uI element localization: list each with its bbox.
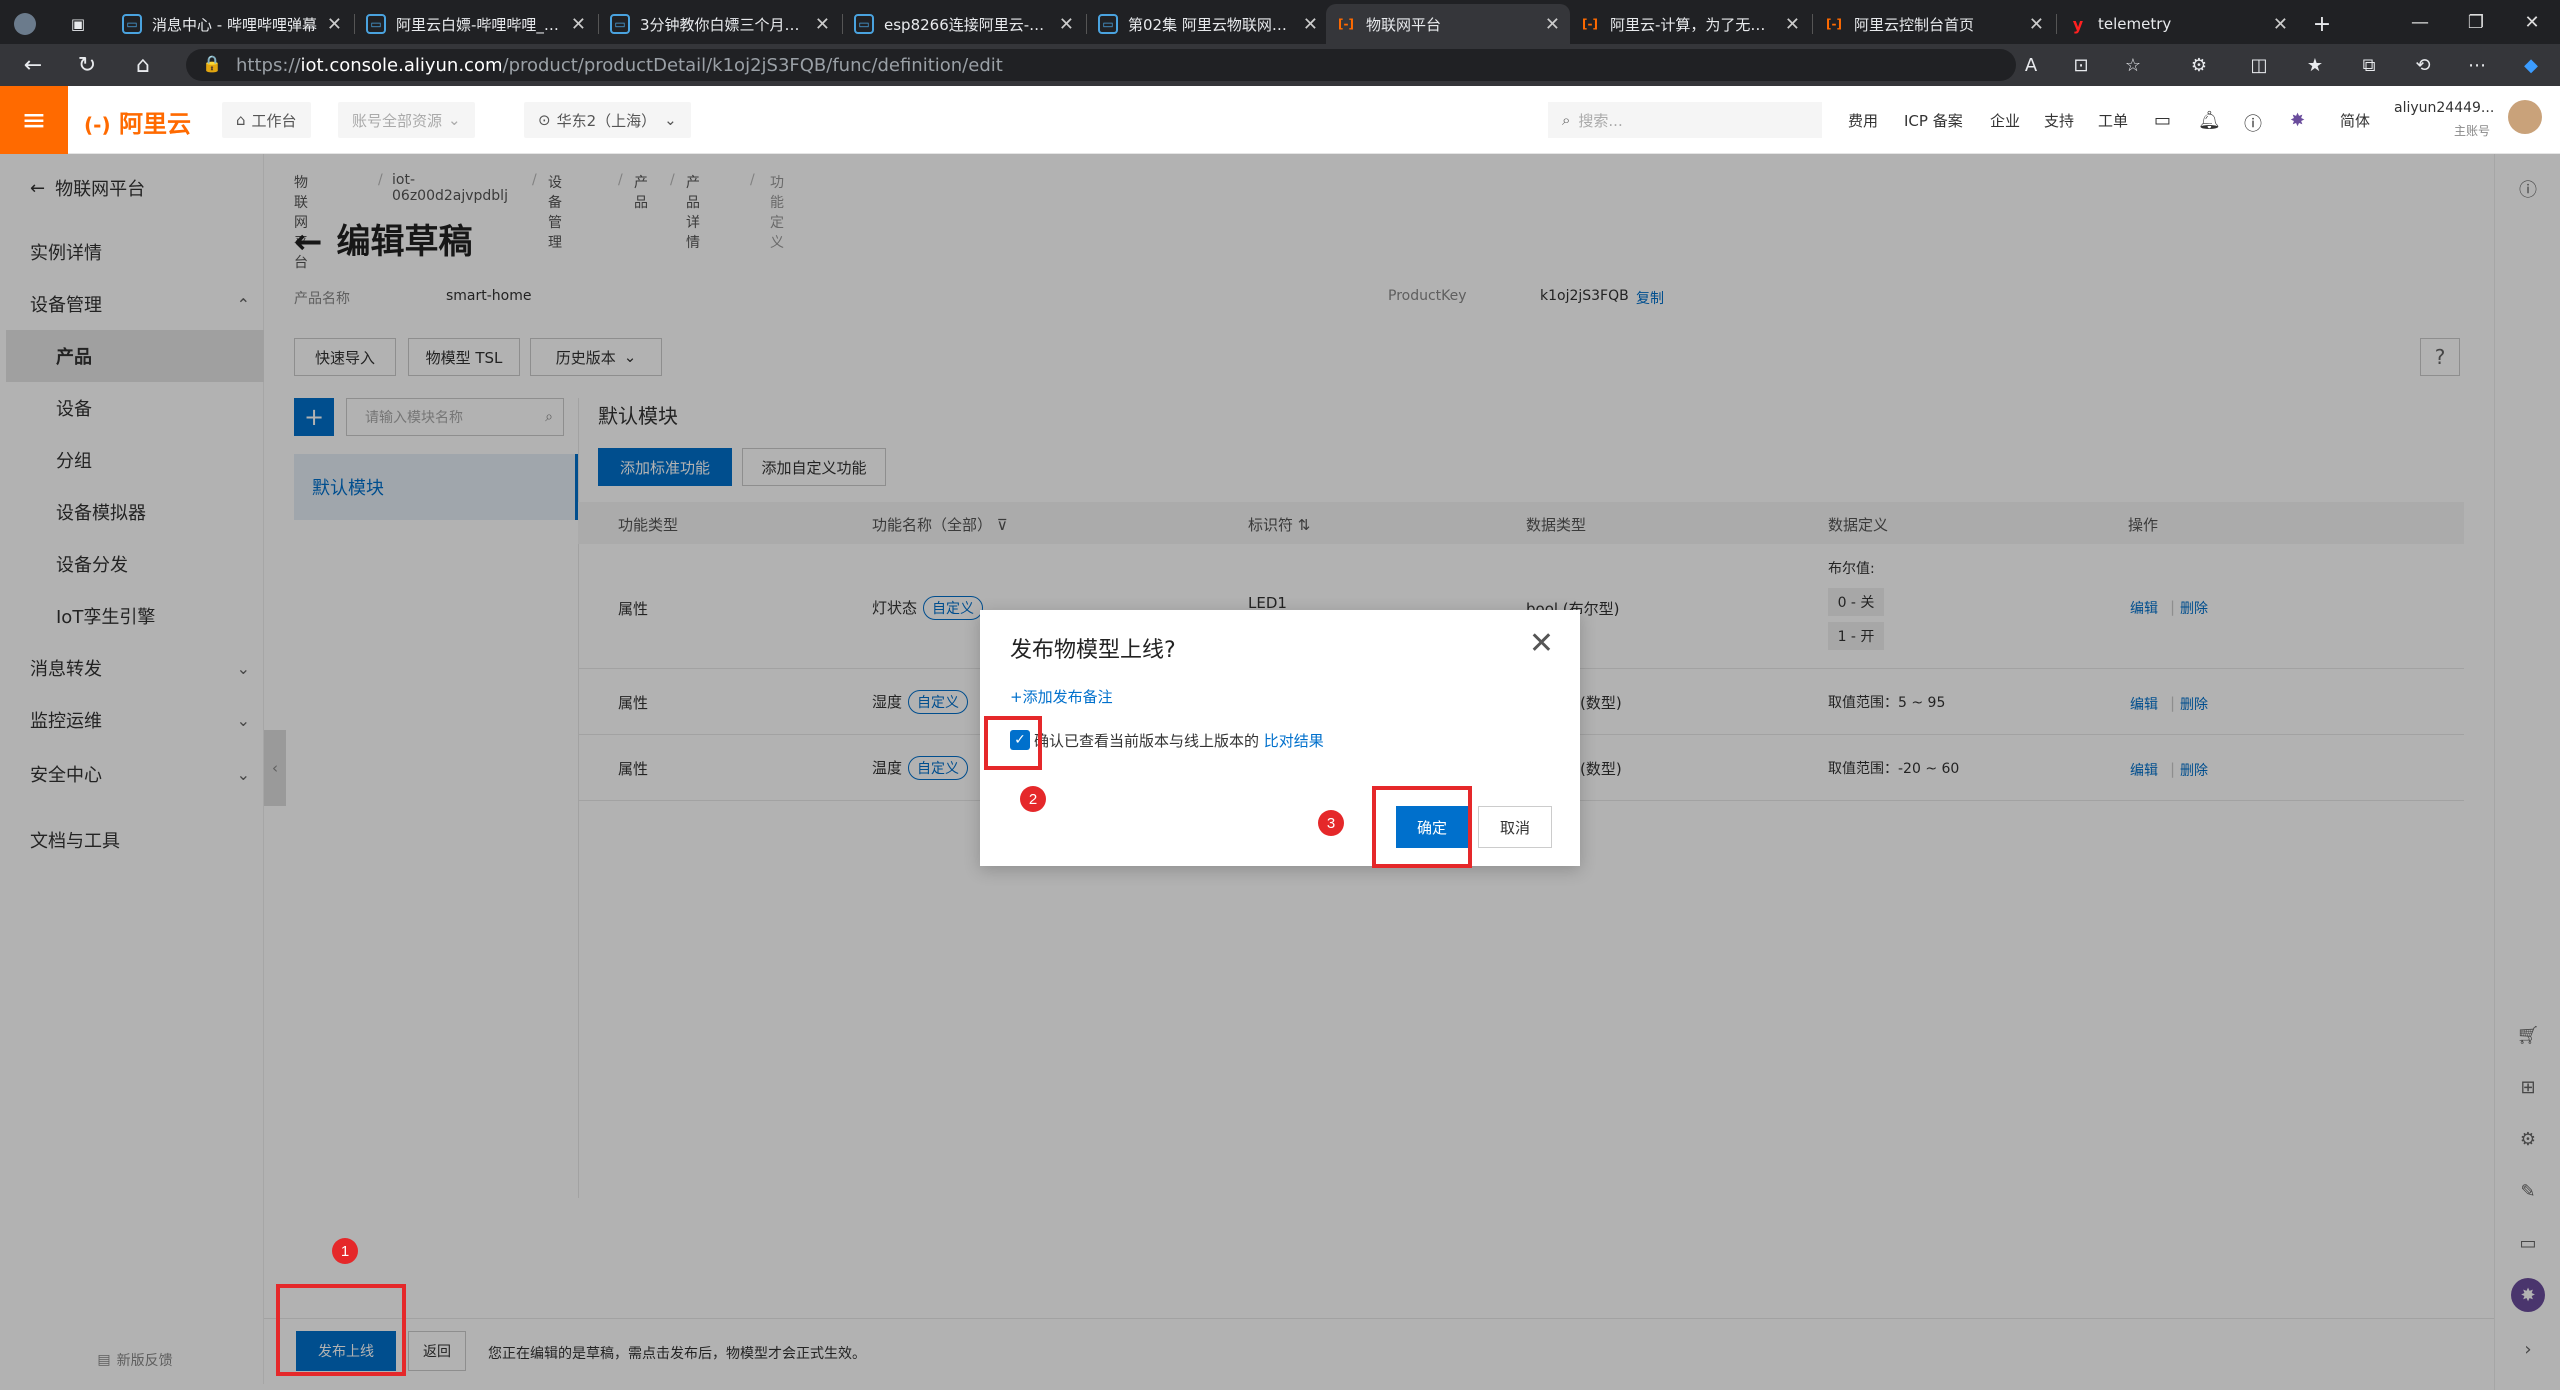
terminal-icon[interactable]: ▭ xyxy=(2154,110,2171,131)
browser-tab[interactable]: y telemetry ✕ xyxy=(2058,4,2298,44)
language-switch[interactable]: 简体 xyxy=(2340,110,2370,131)
user-name[interactable]: aliyun24449... xyxy=(2394,100,2494,116)
nav-link-support[interactable]: 支持 xyxy=(2044,110,2074,131)
browser-tab[interactable]: [-] 阿里云-计算，为了无法计 ✕ xyxy=(1570,4,1810,44)
console-search-input[interactable]: ⌕ 搜索... xyxy=(1548,102,1822,138)
close-tab-icon[interactable]: ✕ xyxy=(2273,14,2288,35)
app-available-icon[interactable]: ⊡ xyxy=(2066,50,2096,80)
annotation-badge: 3 xyxy=(1318,810,1344,836)
browser-tab-bar: ▣ ▭ 消息中心 - 哔哩哔哩弹幕 ✕ ▭ 阿里云白嫖-哔哩哔哩_bili ✕ … xyxy=(0,0,2560,44)
annotation-badge: 2 xyxy=(1020,786,1046,812)
favorites-icon[interactable]: ★ xyxy=(2300,50,2330,80)
confirm-checkbox-label: 确认已查看当前版本与线上版本的 比对结果 xyxy=(1034,732,1324,750)
compare-result-link[interactable]: 比对结果 xyxy=(1264,732,1324,750)
region-dropdown[interactable]: ⊙ 华东2（上海） ⌄ xyxy=(524,102,691,138)
annotation-box-checkbox xyxy=(984,716,1042,770)
location-icon: ⊙ xyxy=(538,111,551,129)
restore-icon[interactable]: ❐ xyxy=(2448,0,2504,44)
browser-tab[interactable]: ▭ 阿里云白嫖-哔哩哔哩_bili ✕ xyxy=(356,4,596,44)
aliyun-icon: [-] xyxy=(1338,17,1354,31)
browser-tab[interactable]: ▭ 消息中心 - 哔哩哔哩弹幕 ✕ xyxy=(112,4,352,44)
home-icon[interactable]: ⌂ xyxy=(128,50,158,80)
annotation-box-publish xyxy=(276,1284,406,1376)
menu-icon[interactable]: ≡ xyxy=(0,86,68,154)
bilibili-icon: ▭ xyxy=(854,14,874,34)
avatar[interactable] xyxy=(2508,100,2542,134)
read-aloud-icon[interactable]: A xyxy=(2016,50,2046,80)
user-role: 主账号 xyxy=(2454,124,2491,138)
more-menu-icon[interactable]: ⋯ xyxy=(2462,50,2492,80)
bilibili-icon: ▭ xyxy=(610,14,630,34)
nav-link-enterprise[interactable]: 企业 xyxy=(1990,110,2020,131)
nav-link-ticket[interactable]: 工单 xyxy=(2098,110,2128,131)
bilibili-icon: ▭ xyxy=(1098,14,1118,34)
account-resources-dropdown[interactable]: 账号全部资源 ⌄ xyxy=(338,102,475,138)
bell-icon[interactable]: 🔔︎ xyxy=(2198,110,2221,131)
help-icon[interactable]: ⓘ xyxy=(2244,110,2262,136)
console-top-bar: ≡ (-) 阿里云 ⌂ 工作台 账号全部资源 ⌄ ⊙ 华东2（上海） ⌄ ⌕ 搜索... … xyxy=(0,86,2560,154)
history-icon[interactable]: ⟲ xyxy=(2408,50,2438,80)
new-tab-icon[interactable]: + xyxy=(2302,4,2342,44)
nav-link-fees[interactable]: 费用 xyxy=(1848,110,1878,131)
reload-icon[interactable]: ↻ xyxy=(72,50,102,80)
annotation-badge: 1 xyxy=(332,1238,358,1264)
split-screen-icon[interactable]: ◫ xyxy=(2244,50,2274,80)
search-icon: ⌕ xyxy=(1562,111,1571,129)
browser-tab[interactable]: ▭ esp8266连接阿里云-哔哩 ✕ xyxy=(844,4,1084,44)
annotation-box-ok xyxy=(1372,786,1472,868)
close-tab-icon[interactable]: ✕ xyxy=(327,14,342,35)
bilibili-icon: ▭ xyxy=(366,14,386,34)
dialog-title: 发布物模型上线? xyxy=(1010,638,1176,663)
bilibili-icon: ▭ xyxy=(122,14,142,34)
minimize-icon[interactable]: — xyxy=(2392,0,2448,44)
close-tab-icon[interactable]: ✕ xyxy=(1059,14,1074,35)
close-window-icon[interactable]: ✕ xyxy=(2504,0,2560,44)
close-tab-icon[interactable]: ✕ xyxy=(1785,14,1800,35)
chevron-down-icon: ⌄ xyxy=(448,111,461,129)
back-icon[interactable]: ← xyxy=(18,50,48,80)
workbench-button[interactable]: ⌂ 工作台 xyxy=(222,102,311,138)
lock-icon: 🔒 xyxy=(202,54,222,73)
close-tab-icon[interactable]: ✕ xyxy=(1303,14,1318,35)
close-tab-icon[interactable]: ✕ xyxy=(2029,14,2044,35)
workspaces-icon[interactable]: ▣ xyxy=(58,4,98,44)
collections-icon[interactable]: ⧉ xyxy=(2354,50,2384,80)
chevron-down-icon: ⌄ xyxy=(664,111,677,129)
copilot-icon[interactable]: ◆ xyxy=(2516,50,2546,80)
aliyun-icon: [-] xyxy=(1826,17,1842,31)
confirm-cancel-button[interactable]: 取消 xyxy=(1478,806,1552,848)
profile-icon[interactable] xyxy=(0,4,50,44)
add-note-link[interactable]: +添加发布备注 xyxy=(1010,686,1113,707)
close-icon[interactable]: ✕ xyxy=(1529,626,1554,661)
yandex-icon: y xyxy=(2072,14,2084,34)
home-icon: ⌂ xyxy=(236,111,246,129)
aliyun-logo[interactable]: (-) 阿里云 xyxy=(84,104,191,139)
url-input[interactable]: 🔒 https://iot.console.aliyun.com/product… xyxy=(186,49,2016,81)
extensions-icon[interactable]: ⚙ xyxy=(2184,50,2214,80)
browser-tab[interactable]: ▭ 第02集 阿里云物联网平台 ✕ xyxy=(1088,4,1328,44)
address-bar-row: ← ↻ ⌂ 🔒 https://iot.console.aliyun.com/p… xyxy=(0,44,2560,86)
close-tab-icon[interactable]: ✕ xyxy=(571,14,586,35)
browser-tab[interactable]: [-] 阿里云控制台首页 ✕ xyxy=(1814,4,2054,44)
aliyun-icon: [-] xyxy=(1582,17,1598,31)
close-tab-icon[interactable]: ✕ xyxy=(1545,14,1560,35)
browser-tab-active[interactable]: [-] 物联网平台 ✕ xyxy=(1326,4,1570,44)
browser-tab[interactable]: ▭ 3分钟教你白嫖三个月阿里 ✕ xyxy=(600,4,840,44)
publish-dialog: 发布物模型上线? ✕ +添加发布备注 ✓ 确认已查看当前版本与线上版本的 比对结… xyxy=(980,610,1580,866)
favorite-star-icon[interactable]: ☆ xyxy=(2118,50,2148,80)
assistant-icon[interactable]: ✸ xyxy=(2290,110,2305,131)
close-tab-icon[interactable]: ✕ xyxy=(815,14,830,35)
nav-link-icp[interactable]: ICP 备案 xyxy=(1904,110,1963,131)
